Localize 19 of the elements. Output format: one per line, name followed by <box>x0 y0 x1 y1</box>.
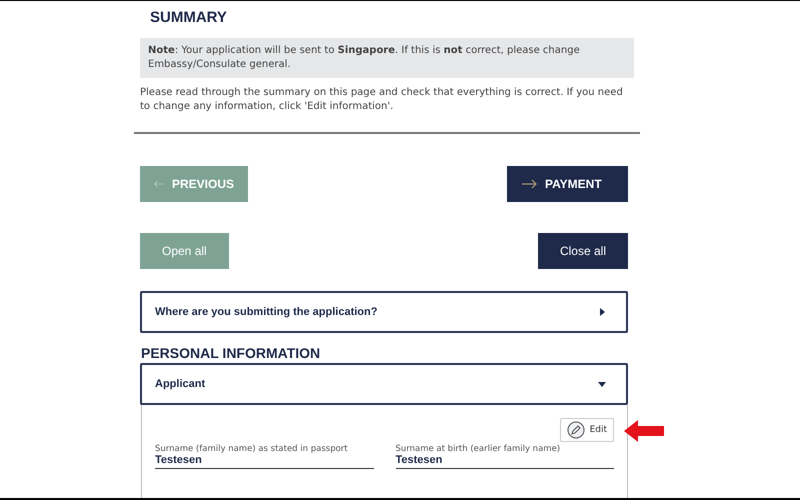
section-heading: PERSONAL INFORMATION <box>141 345 322 361</box>
accordion-header[interactable]: Applicant <box>140 363 628 405</box>
field-value: Testesen <box>396 454 444 466</box>
accordion-title: Where are you submitting the application? <box>155 306 378 318</box>
page-heading: SUMMARY <box>150 9 228 26</box>
note-box: Note: Your application will be sent to Singapore. If this is not correct, please change Embassy/Consulate general. <box>140 38 634 78</box>
annotation-arrow-icon <box>624 420 664 442</box>
next-button[interactable]: PAYMENT <box>507 166 628 202</box>
field-value: Testesen <box>155 454 203 466</box>
toggle-button[interactable]: Close all <box>538 233 628 269</box>
edit-button[interactable]: Edit <box>560 418 614 442</box>
accordion-title: Applicant <box>155 378 206 390</box>
intro-text: Please read through the summary on this page and check that everything is correct. If you need to change any information, click 'Edit information'. <box>140 86 624 114</box>
left-arrow-icon <box>154 179 164 189</box>
field-label: Surname at birth (earlier family name) <box>396 444 562 454</box>
right-arrow-icon <box>521 179 537 189</box>
pencil-icon <box>566 421 585 439</box>
accordion-header[interactable]: Where are you submitting the application? <box>140 291 628 333</box>
field-label: Surname (family name) as stated in passport <box>155 444 349 454</box>
